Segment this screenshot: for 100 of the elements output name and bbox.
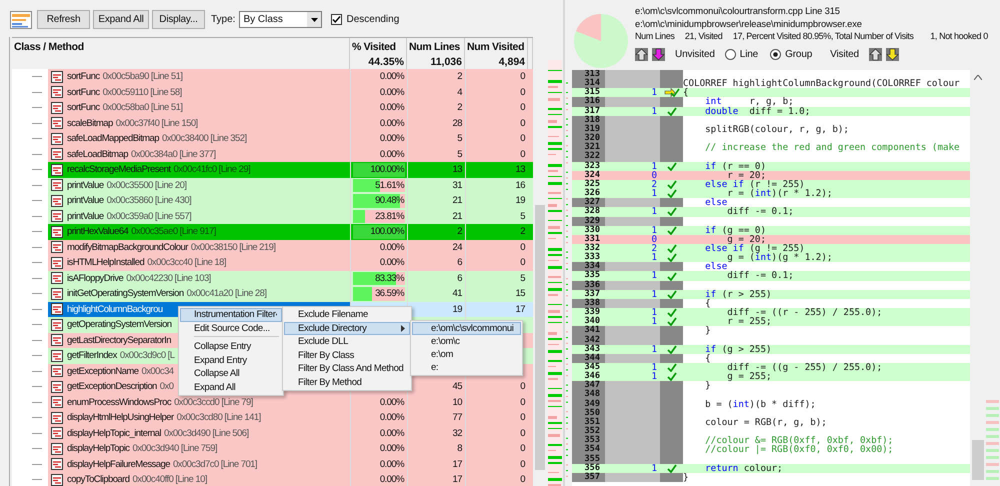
pie-drawing [573,13,629,69]
report-icon[interactable] [10,10,32,28]
up-arrow-icon[interactable] [635,48,648,60]
table-row[interactable]: modifyBitmapBackgroundColour 0x00c38150 [Line 219] 0.00% 24 0 [12,240,533,255]
line-number: 354 [583,445,601,454]
code-line: if (g == 0) [704,226,766,235]
method-icon [51,117,63,130]
method-icon [51,241,63,254]
radio-label: Line [740,48,758,60]
visited-count: 0 [520,118,525,129]
method-label: initGetOperatingSystemVersion 0x00c41a20 [Line 28] [67,288,266,300]
code-line: // increase the red and green components (make [704,143,960,152]
menu-item[interactable]: Exclude Filename [284,308,410,322]
scroll-thumb[interactable] [972,440,984,480]
menu-item[interactable]: e: [412,361,521,374]
table-row[interactable]: initGetOperatingSystemVersion 0x00c41a20 [Line 28] 36.59% 41 15 [12,286,533,302]
menu-item[interactable]: Collapse Entry [180,340,282,354]
method-icon [51,288,63,300]
menu-item[interactable]: Filter By Class And Method [284,362,410,376]
menu-item[interactable]: Exclude Directory [284,322,410,335]
toolbar-button[interactable]: Refresh [37,10,90,29]
radio-button[interactable] [770,48,782,60]
menu-item[interactable]: Collapse All [180,367,282,380]
table-row[interactable]: safeLoadMappedBitmap 0x00c38400 [Line 352] 0.00% 5 0 [12,131,533,146]
menu-item[interactable]: Filter By Class [284,348,410,362]
menu-item[interactable]: Expand Entry [180,354,282,367]
method-icon [51,458,63,470]
code-line: { [683,88,689,98]
line-number: 334 [583,262,601,272]
line-number: 318 [583,116,601,125]
menu-item[interactable]: Filter By Method [284,376,410,389]
method-label: displayHelpFailureMessage 0x00c3d7c0 [Line 701] [67,458,258,470]
table-row[interactable]: displayHelpTopic 0x00c3d940 [Line 759] 0.00% 8 0 [12,441,533,456]
scroll-thumb[interactable] [535,205,545,470]
visit-count: 0 [651,170,657,181]
line-number: 339 [583,308,601,318]
table-row[interactable]: copyToClipboard 0x00c40ff0 [Line 10] 0.00% 17 0 [12,472,533,486]
code-line: double diff = 1.0; [704,106,810,116]
menu-item[interactable]: e:\om\c [412,335,521,348]
visited-count: 0 [520,257,525,268]
table-row[interactable]: recalcStorageMediaPresent 0x00c41fc0 [Line 29] 100.00% 13 13 [12,162,533,178]
menu-item[interactable]: e:\om\c\svlcommonui [412,322,521,335]
percent-text: 0.00% [380,86,406,98]
menu-item[interactable]: e:\om [412,348,521,361]
line-number: 320 [583,134,601,144]
checkbox-label: Descending [346,14,400,25]
radio-button[interactable] [724,48,736,60]
descending-checkbox[interactable] [331,14,342,25]
visited-count: 5 [520,272,525,284]
menu-item[interactable]: Expand All [180,380,282,394]
visit-count: 1 [651,252,657,264]
line-number: 338 [583,298,601,308]
menu-item[interactable]: Exclude DLL [284,335,410,348]
table-row[interactable]: sortFunc 0x00c58ba0 [Line 51] 0.00% 2 0 [12,100,533,116]
menu-item[interactable]: Instrumentation Filter [180,308,282,322]
table-row[interactable]: sortFunc 0x00c59110 [Line 58] 0.00% 4 0 [12,84,533,100]
method-label: displayHelpTopic 0x00c3d940 [Line 759] [67,443,218,454]
table-row[interactable]: enumProcessWindowsProc 0x00c3ccd0 [Line 79] 0.00% 10 0 [12,394,533,410]
lines-count: 2 [457,226,462,238]
lines-count: 2 [457,102,462,114]
lines-count: 4 [457,86,462,98]
percent-text: 0.00% [380,458,406,470]
visited-count: 0 [520,428,525,439]
line-number: 352 [583,427,601,436]
toolbar-button[interactable]: Display... [152,10,205,29]
up-arrow-icon[interactable] [868,48,882,60]
table-row[interactable]: isHTMLHelpInstalled 0x00c3cc40 [Line 18] 0.00% 6 0 [12,255,533,270]
visit-count: 1 [651,160,657,172]
table-row[interactable]: sortFunc 0x00c5ba90 [Line 51] 0.00% 2 0 [12,69,533,84]
check-icon [666,464,676,473]
table-row[interactable]: displayHelpFailureMessage 0x00c3d7c0 [Line 701] 0.00% 17 0 [12,456,533,472]
method-label: copyToClipboard 0x00c40ff0 [Line 10] [67,474,207,486]
visit-count: 1 [651,270,657,282]
visited-count: 19 [516,195,525,206]
type-dropdown[interactable]: By Class [239,11,322,28]
code-line: int r, g, b; [704,97,794,107]
lines-count: 32 [452,428,462,439]
visited-count: 16 [516,180,525,191]
visited-count: 0 [520,396,525,408]
code-line: r = 255; [726,317,772,326]
table-row[interactable]: printHexValue64 0x00c35ae0 [Line 917] 100.00% 2 2 [12,224,533,240]
visited-count: 0 [520,148,525,160]
method-label: sortFunc 0x00c5ba90 [Line 51] [67,71,182,82]
visit-count: 1 [651,224,657,236]
table-row[interactable]: displayHtmlHelpUsingHelper 0x00c3cd80 [Line 141] 0.00% 77 0 [12,410,533,426]
code-line: if (r > 255) [704,290,772,299]
table-row[interactable]: printValue 0x00c359a0 [Line 557] 23.81% 21 5 [12,208,533,224]
table-row[interactable]: scaleBitmap 0x00c37f40 [Line 150] 0.00% 28 0 [12,116,533,131]
table-row[interactable]: safeLoadBitmap 0x00c384a0 [Line 377] 0.00% 5 0 [12,146,533,162]
line-number: 333 [583,253,601,262]
method-icon [51,380,63,393]
code-line: g = 20; [727,234,766,244]
percent-text: 0.00% [380,133,406,144]
lines-count: 6 [457,257,462,268]
toolbar-button[interactable]: Expand All [93,10,149,29]
method-label: printHexValue64 0x00c35ae0 [Line 917] [67,226,216,238]
table-row[interactable]: displayHelpTopic_internal 0x00c3d490 [Line 506] 0.00% 32 0 [12,426,533,441]
down-arrow-icon[interactable] [886,48,899,60]
scroll-up-icon[interactable] [974,75,982,80]
down-arrow-icon[interactable] [652,48,665,60]
